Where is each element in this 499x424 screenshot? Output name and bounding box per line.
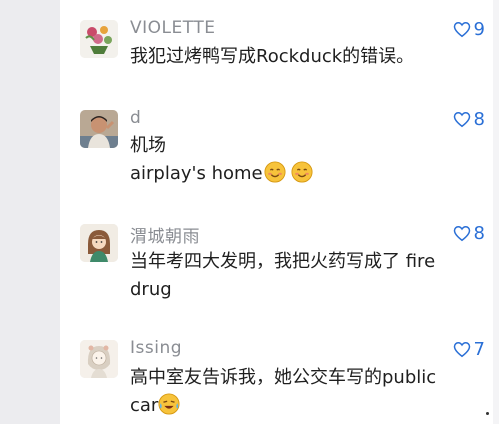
heart-icon: [453, 111, 470, 128]
comment-text: 机场: [130, 135, 166, 156]
username[interactable]: VIOLETTE: [130, 18, 215, 38]
username[interactable]: d: [130, 108, 141, 128]
heart-icon: [453, 21, 470, 38]
comment-text-line-2: car: [130, 392, 180, 420]
crying-laughing-emoji: [158, 393, 180, 415]
smiling-face-emoji: [264, 161, 286, 183]
like-button[interactable]: 8: [453, 109, 485, 130]
like-count: 8: [473, 223, 485, 244]
heart-icon: [453, 225, 470, 242]
comment-text: 高中室友告诉我，她公交车写的public: [130, 367, 437, 388]
like-button[interactable]: 8: [453, 223, 485, 244]
like-count: 7: [473, 339, 485, 360]
like-count: 8: [473, 109, 485, 130]
comment-text: car: [130, 395, 159, 416]
heart-icon: [453, 341, 470, 358]
like-count: 9: [473, 19, 485, 40]
sketch-girl-avatar[interactable]: [80, 340, 118, 378]
username[interactable]: Issing: [130, 338, 182, 358]
comment-text: 当年考四大发明，我把火药写成了 fire: [130, 251, 436, 272]
cartoon-girl-avatar[interactable]: [80, 224, 118, 262]
like-button[interactable]: 7: [453, 339, 485, 360]
comment-list: VIOLETTE 9 我犯过烤鸭写成Rockduck的错误。 d 8 机场 ai…: [60, 0, 493, 424]
username[interactable]: 渭城朝雨: [130, 222, 200, 247]
smiling-face-emoji: [291, 161, 313, 183]
flower-bouquet-avatar[interactable]: [80, 20, 118, 58]
right-margin: [493, 0, 499, 424]
like-button[interactable]: 9: [453, 19, 485, 40]
comment-text: drug: [130, 279, 172, 300]
person-photo-avatar[interactable]: [80, 110, 118, 148]
comment-text: airplay's home: [130, 163, 263, 184]
comment-text: 我犯过烤鸭写成Rockduck的错误。: [130, 46, 415, 67]
decorative-dot: [486, 412, 489, 415]
left-margin: [0, 0, 60, 424]
comment-text-line-2: airplay's home: [130, 160, 313, 188]
